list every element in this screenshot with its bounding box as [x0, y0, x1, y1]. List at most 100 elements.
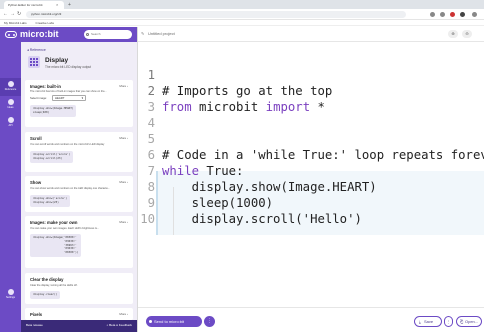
reference-card: Images: make your own More › You can mak… — [25, 216, 133, 268]
bottom-action-bar: Send to micro:bit ⋮ ⤓ Save ⋮ ⎗ Open... — [138, 307, 484, 332]
save-button-label: Save — [424, 319, 434, 324]
card-more-link[interactable]: More › — [119, 136, 128, 140]
url-field[interactable]: python.microbit.org/v/3 — [26, 11, 406, 18]
app-logo-text: micro:bit — [20, 29, 59, 39]
gear-icon — [7, 289, 14, 295]
code-line[interactable]: 7 display.show(Image.HEART) — [138, 147, 484, 194]
rail-item-ideas[interactable]: Ideas — [0, 96, 21, 114]
display-grid-icon — [28, 56, 40, 68]
project-bar: ✎ Untitled project ⊕ ⊖ — [138, 27, 484, 42]
code-text: display.scroll('Hello') — [162, 212, 362, 226]
code-snippet[interactable]: display.show('score') display.show(23) — [30, 195, 70, 207]
panel-footer: Beta release ◐ Beta ● Feedback — [21, 320, 137, 332]
code-line[interactable]: 9 display.scroll('Hello') — [138, 179, 484, 226]
card-more-link[interactable]: More › — [119, 84, 128, 88]
forward-arrow-icon[interactable]: → — [10, 11, 15, 18]
card-description: You can show words and numbers on the LE… — [30, 187, 110, 190]
rail-label: API — [8, 124, 13, 127]
code-snippet[interactable]: display.clear() — [30, 291, 61, 299]
save-button[interactable]: ⤓ Save — [414, 316, 442, 327]
code-snippet[interactable]: display.scroll('score') display.scroll(2… — [30, 151, 74, 163]
reference-card: Show More › You can show words and numbe… — [25, 176, 133, 212]
app-header: micro:bit Search — [0, 27, 137, 42]
rail-label: Ideas — [7, 106, 14, 109]
code-line[interactable]: 5 # Code in a 'while True:' loop repeats… — [138, 115, 484, 162]
card-description: You can scroll words and numbers on the … — [30, 143, 105, 146]
browser-tab-strip: Python Editor for micro:bit × + — [0, 0, 484, 9]
reference-card: Scroll More › You can scroll words and n… — [25, 132, 133, 172]
card-description: Clear the display, turning all the LEDs … — [30, 284, 78, 287]
feedback-links[interactable]: ◐ Beta ● Feedback — [107, 323, 132, 327]
code-editor[interactable]: 1 # Imports go at the top 2 from microbi… — [138, 43, 484, 307]
topic-title: Display — [45, 57, 69, 64]
topic-subtitle: The micro:bit LED display output — [45, 65, 92, 69]
reference-panel: ◂ Reference Display The micro:bit LED di… — [21, 42, 137, 332]
zoom-out-button[interactable]: ⊖ — [462, 30, 472, 38]
send-button-label: Send to micro:bit — [154, 319, 185, 324]
pencil-icon[interactable]: ✎ — [141, 31, 144, 36]
lightbulb-icon — [7, 99, 14, 105]
project-name[interactable]: Untitled project — [148, 31, 175, 36]
card-more-link[interactable]: More › — [119, 180, 128, 184]
card-title: Scroll — [30, 136, 42, 141]
bookmark-item[interactable]: Creative Labs — [36, 21, 55, 25]
card-more-link[interactable]: More › — [119, 312, 128, 316]
reference-search-input[interactable]: Search — [84, 30, 132, 39]
code-line[interactable]: 10 — [138, 195, 484, 226]
extension-icon[interactable] — [440, 12, 445, 17]
card-title: Images: built-in — [30, 84, 61, 89]
api-icon — [7, 117, 14, 123]
code-snippet[interactable]: display.show(Image.HEART) sleep(400) — [30, 105, 77, 117]
rail-item-settings[interactable]: Settings — [0, 286, 21, 304]
reference-card: Images: built-in More › The micro:bit ha… — [25, 80, 133, 127]
extension-icon[interactable] — [450, 12, 455, 17]
line-number: 10 — [140, 212, 155, 226]
more-actions-button[interactable]: ⋮ — [204, 316, 215, 327]
code-snippet[interactable]: display.show(Image('00300:' '03630:' '36… — [30, 234, 82, 257]
image-select[interactable]: HEART ▾ — [52, 95, 86, 101]
download-icon: ⤓ — [419, 319, 421, 324]
reload-icon[interactable]: ↻ — [17, 11, 21, 18]
code-line[interactable]: 8 sleep(1000) — [138, 163, 484, 210]
card-more-link[interactable]: More › — [119, 220, 128, 224]
extension-icon[interactable] — [430, 12, 435, 17]
search-placeholder: Search — [91, 32, 101, 36]
code-line[interactable]: 6 while True: — [138, 131, 484, 178]
profile-icon[interactable] — [460, 12, 465, 17]
code-line[interactable]: 4 — [138, 99, 484, 130]
beta-release-label: Beta release — [26, 323, 43, 327]
zoom-in-button[interactable]: ⊕ — [448, 30, 458, 38]
code-line[interactable]: 3 — [138, 83, 484, 114]
code-line[interactable]: 2 from microbit import * — [138, 67, 484, 114]
card-title: Images: make your own — [30, 220, 78, 225]
reference-card: Clear the display Clear the display, tur… — [25, 273, 133, 304]
open-file-icon: ⎗ — [460, 319, 464, 324]
rail-item-api[interactable]: API — [0, 114, 21, 132]
back-arrow-icon[interactable]: ← — [3, 11, 8, 18]
new-tab-button[interactable]: + — [68, 1, 71, 9]
select-image-label: Select image: — [30, 96, 47, 100]
card-description: The micro:bit has lots of built-in image… — [30, 90, 107, 93]
send-to-microbit-button[interactable]: Send to micro:bit — [146, 316, 202, 327]
image-select-value: HEART — [55, 96, 65, 100]
card-title: Pixels — [30, 312, 43, 317]
save-options-button[interactable]: ⋮ — [444, 316, 453, 327]
reference-card: Pixels More › — [25, 308, 133, 320]
close-tab-icon[interactable]: × — [56, 1, 58, 9]
browser-tab[interactable]: Python Editor for micro:bit — [4, 1, 64, 9]
browser-menu-icon[interactable] — [472, 12, 477, 17]
rail-item-reference[interactable]: Reference — [0, 78, 21, 96]
card-title: Show — [30, 180, 42, 185]
bookmark-item[interactable]: My Microbit Labs — [4, 21, 27, 25]
reference-back-link[interactable]: ◂ Reference — [27, 48, 46, 52]
usb-icon — [149, 320, 152, 323]
card-description: You can make your own images. Each LED's… — [30, 227, 100, 230]
rail-label: Reference — [4, 88, 17, 91]
microbit-logo-icon — [5, 31, 17, 38]
reference-icon — [7, 81, 14, 87]
open-button[interactable]: ⎗ Open... — [456, 316, 482, 327]
search-icon — [85, 33, 89, 36]
browser-tab-title: Python Editor for micro:bit — [8, 3, 43, 7]
code-line[interactable]: 1 # Imports go at the top — [138, 51, 484, 98]
card-title: Clear the display — [30, 277, 64, 282]
